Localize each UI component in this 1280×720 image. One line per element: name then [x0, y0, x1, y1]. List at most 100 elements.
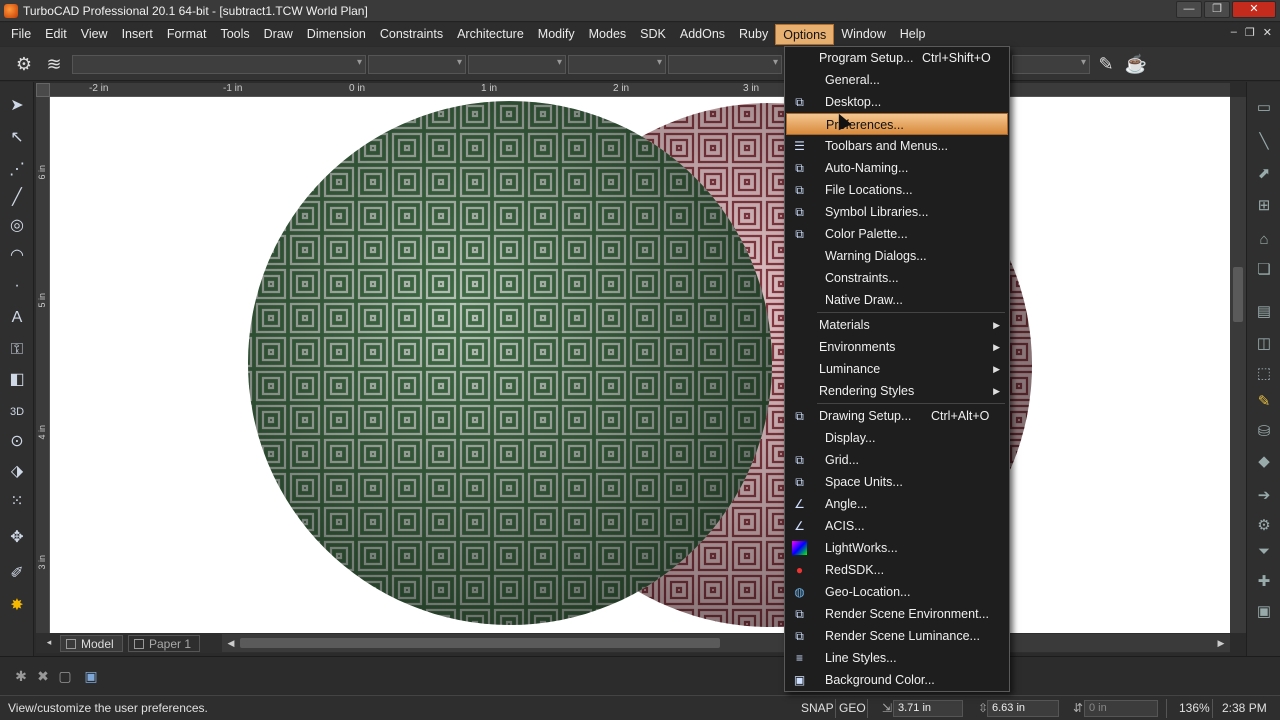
menu-item-general[interactable]: General... — [786, 69, 1008, 91]
menu-item-acis[interactable]: ∠ ACIS... — [786, 515, 1008, 537]
diagonal-line-icon[interactable]: ╲ — [1252, 130, 1276, 154]
menu-tools[interactable]: Tools — [213, 24, 256, 45]
tab-paper-1[interactable]: Paper 1 — [128, 635, 201, 652]
menu-item-space-units[interactable]: ⧉ Space Units... — [786, 471, 1008, 493]
layer-stack-icon[interactable]: ≋ — [42, 52, 66, 76]
menu-item-preferences[interactable]: Preferences... — [786, 113, 1008, 135]
brush-icon[interactable]: ✐ — [5, 562, 29, 586]
menu-insert[interactable]: Insert — [115, 24, 160, 45]
box-icon[interactable]: ◫ — [1252, 332, 1276, 356]
restore-button[interactable]: ❐ — [1204, 1, 1230, 18]
menu-file[interactable]: File — [4, 24, 38, 45]
menu-item-warning-dialogs[interactable]: Warning Dialogs... — [786, 245, 1008, 267]
snap-settings-icon[interactable]: ✱ — [12, 667, 30, 685]
menu-constraints[interactable]: Constraints — [373, 24, 450, 45]
paint-icon[interactable]: ✎ — [1252, 390, 1276, 414]
circle-icon[interactable]: ◎ — [5, 214, 29, 238]
gears-icon[interactable]: ⚙ — [1252, 514, 1276, 538]
menu-item-luminance[interactable]: Luminance ▶ — [786, 358, 1008, 380]
menu-help[interactable]: Help — [893, 24, 933, 45]
gear-icon[interactable]: ⚙ — [12, 52, 36, 76]
layer-combo[interactable] — [72, 55, 366, 74]
menu-item-render-scene-environment[interactable]: ⧉ Render Scene Environment... — [786, 603, 1008, 625]
color-combo[interactable] — [368, 55, 466, 74]
menu-draw[interactable]: Draw — [257, 24, 300, 45]
menu-item-render-scene-luminance[interactable]: ⧉ Render Scene Luminance... — [786, 625, 1008, 647]
pen-width-combo[interactable] — [568, 55, 666, 74]
layer-icon[interactable]: ▣ — [82, 667, 100, 685]
menu-options[interactable]: Options — [775, 24, 835, 45]
menu-item-background-color[interactable]: ▣ Background Color... — [786, 669, 1008, 691]
menu-architecture[interactable]: Architecture — [450, 24, 531, 45]
menu-item-file-locations[interactable]: ⧉ File Locations... — [786, 179, 1008, 201]
scroll-right-icon[interactable]: ▶ — [1214, 636, 1228, 650]
menu-item-geo-location[interactable]: ◍ Geo-Location... — [786, 581, 1008, 603]
cube-icon[interactable]: ⬚ — [1252, 362, 1276, 386]
funnel-icon[interactable]: ⏷ — [1252, 540, 1276, 564]
horizontal-scroll-thumb[interactable] — [240, 638, 720, 648]
app-icon[interactable] — [4, 3, 18, 18]
table-icon[interactable]: ▤ — [1252, 300, 1276, 324]
drawing-canvas[interactable] — [50, 97, 1230, 633]
extrude-icon[interactable]: ⬈ — [1252, 162, 1276, 186]
menu-item-color-palette[interactable]: ⧉ Color Palette... — [786, 223, 1008, 245]
menu-item-drawing-setup[interactable]: ⧉ Drawing Setup... Ctrl+Alt+O — [786, 405, 1008, 427]
surface-icon[interactable]: ▭ — [1252, 96, 1276, 120]
menu-item-desktop[interactable]: ⧉ Desktop... — [786, 91, 1008, 113]
lock-icon[interactable]: ⚿ — [5, 338, 29, 362]
menu-item-rendering-styles[interactable]: Rendering Styles ▶ — [786, 380, 1008, 402]
menu-item-constraints[interactable]: Constraints... — [786, 267, 1008, 289]
pen-icon[interactable]: ✎ — [1094, 52, 1118, 76]
horizontal-scrollbar[interactable]: ◀ ▶ — [222, 634, 1230, 652]
menu-item-auto-naming[interactable]: ⧉ Auto-Naming... — [786, 157, 1008, 179]
menu-item-program-setup[interactable]: Program Setup... Ctrl+Shift+O — [786, 47, 1008, 69]
scroll-left-icon[interactable]: ◀ — [224, 636, 238, 650]
z-coordinate-field[interactable]: 0 in — [1084, 700, 1158, 717]
brush-combo[interactable] — [668, 55, 782, 74]
point-icon[interactable]: · — [5, 274, 29, 298]
menu-item-environments[interactable]: Environments ▶ — [786, 336, 1008, 358]
menu-sdk[interactable]: SDK — [633, 24, 673, 45]
line-icon[interactable]: ╱ — [5, 186, 29, 210]
menu-item-toolbars-and-menus[interactable]: ☰ Toolbars and Menus... — [786, 135, 1008, 157]
menu-format[interactable]: Format — [160, 24, 214, 45]
sun-icon[interactable]: ✸ — [5, 594, 29, 618]
wedge-icon[interactable]: ◆ — [1252, 450, 1276, 474]
menu-item-line-styles[interactable]: ≡ Line Styles... — [786, 647, 1008, 669]
thickness-combo[interactable] — [1012, 55, 1090, 74]
menu-ruby[interactable]: Ruby — [732, 24, 775, 45]
block-icon[interactable]: ⌂ — [1252, 228, 1276, 252]
plus-icon[interactable]: ✚ — [1252, 570, 1276, 594]
vertical-scrollbar[interactable] — [1230, 97, 1246, 633]
menu-item-lightworks[interactable]: LightWorks... — [786, 537, 1008, 559]
menu-modes[interactable]: Modes — [582, 24, 634, 45]
tab-model[interactable]: Model — [60, 635, 123, 652]
x-coordinate-field[interactable]: 3.71 in — [893, 700, 963, 717]
menu-item-display[interactable]: Display... — [786, 427, 1008, 449]
text-icon[interactable]: A — [5, 306, 29, 330]
select-arrow-icon[interactable]: ➤ — [5, 94, 29, 118]
layers-icon[interactable]: ❏ — [1252, 258, 1276, 282]
doc-minimize-button[interactable]: – — [1231, 26, 1237, 39]
3d-icon[interactable]: 3D — [5, 400, 29, 424]
minimize-button[interactable]: — — [1176, 1, 1202, 18]
close-button[interactable]: ✕ — [1232, 1, 1276, 18]
move-icon[interactable]: ✥ — [5, 526, 29, 550]
cylinder-icon[interactable]: ⛁ — [1252, 420, 1276, 444]
y-coordinate-field[interactable]: 6.63 in — [987, 700, 1059, 717]
menu-item-angle[interactable]: ∠ Angle... — [786, 493, 1008, 515]
geo-toggle[interactable]: GEO — [839, 699, 866, 718]
menu-dimension[interactable]: Dimension — [300, 24, 373, 45]
menu-item-symbol-libraries[interactable]: ⧉ Symbol Libraries... — [786, 201, 1008, 223]
sphere-icon[interactable]: ⊙ — [5, 430, 29, 454]
menu-edit[interactable]: Edit — [38, 24, 74, 45]
frame-icon[interactable]: ▢ — [56, 667, 74, 685]
menu-item-materials[interactable]: Materials ▶ — [786, 314, 1008, 336]
snap-toggle[interactable]: SNAP — [801, 699, 834, 718]
menu-item-redsdk[interactable]: ● RedSDK... — [786, 559, 1008, 581]
menu-addons[interactable]: AddOns — [673, 24, 732, 45]
node-icon[interactable]: ⊞ — [1252, 194, 1276, 218]
menu-window[interactable]: Window — [834, 24, 892, 45]
arrow-right-icon[interactable]: ➔ — [1252, 484, 1276, 508]
vertical-scroll-thumb[interactable] — [1233, 267, 1243, 322]
